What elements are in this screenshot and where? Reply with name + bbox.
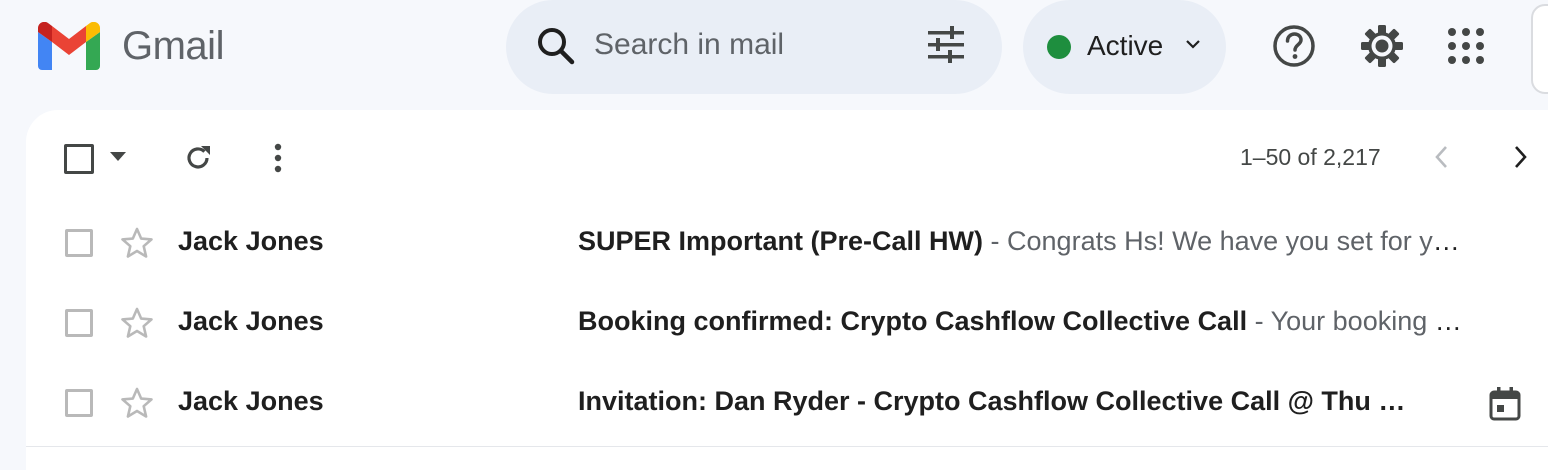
gmail-m-icon: [38, 22, 100, 70]
calendar-icon[interactable]: [1488, 386, 1522, 422]
email-row[interactable]: Jack Jones SUPER Important (Pre-Call HW)…: [26, 206, 1548, 287]
pagination-range: 1–50 of 2,217: [1240, 144, 1381, 170]
help-icon[interactable]: [1270, 22, 1318, 70]
email-subject: SUPER Important (Pre-Call HW): [578, 226, 984, 256]
row-checkbox[interactable]: [65, 389, 93, 417]
row-checkbox[interactable]: [65, 309, 93, 337]
email-subject-line: Booking confirmed: Crypto Cashflow Colle…: [578, 306, 1462, 337]
top-bar: Gmail Search in mail Active: [0, 0, 1548, 100]
gear-icon[interactable]: [1358, 22, 1406, 70]
email-subject: Booking confirmed: Crypto Cashflow Colle…: [578, 306, 1248, 336]
star-outline-icon[interactable]: [120, 306, 154, 340]
email-sender: Jack Jones: [178, 226, 324, 256]
caret-down-icon[interactable]: [108, 150, 128, 164]
email-separator: -: [1247, 306, 1271, 336]
star-outline-icon[interactable]: [120, 386, 154, 420]
email-snippet: Congrats Hs! We have you set for your ca…: [1007, 226, 1462, 256]
email-subject: Invitation: Dan Ryder - Crypto Cashflow …: [578, 386, 1406, 416]
email-separator: -: [983, 226, 1008, 256]
email-snippet: Your booking is confirmed: [1270, 306, 1462, 336]
email-subject-line: Invitation: Dan Ryder - Crypto Cashflow …: [578, 386, 1448, 417]
email-row[interactable]: Jack Jones Booking confirmed: Crypto Cas…: [26, 286, 1548, 367]
status-indicator: [1047, 35, 1071, 59]
email-sender: Jack Jones: [178, 386, 324, 416]
tune-icon[interactable]: [926, 25, 966, 65]
status-dropdown[interactable]: Active: [1023, 0, 1226, 94]
chevron-down-icon: [1186, 40, 1200, 49]
mail-list-panel: 1–50 of 2,217 Jack Jones SUPER Important…: [26, 110, 1548, 470]
email-row[interactable]: Jack Jones Invitation: Dan Ryder - Crypt…: [26, 366, 1548, 447]
apps-grid-icon[interactable]: [1442, 22, 1490, 70]
row-checkbox[interactable]: [65, 229, 93, 257]
status-label: Active: [1087, 30, 1164, 61]
star-outline-icon[interactable]: [120, 226, 154, 260]
refresh-icon[interactable]: [182, 142, 214, 174]
chevron-right-icon[interactable]: [1508, 143, 1532, 171]
select-all-checkbox[interactable]: [64, 144, 94, 174]
app-name: Gmail: [122, 23, 224, 68]
gmail-logo[interactable]: Gmail: [38, 22, 224, 70]
search-input[interactable]: Search in mail: [594, 28, 784, 62]
account-button[interactable]: [1531, 4, 1548, 94]
more-vert-icon[interactable]: [264, 142, 292, 174]
chevron-left-icon[interactable]: [1430, 143, 1454, 171]
email-subject-line: SUPER Important (Pre-Call HW) - Congrats…: [578, 226, 1462, 257]
mail-toolbar: 1–50 of 2,217: [26, 110, 1548, 206]
search-bar[interactable]: Search in mail: [506, 0, 1002, 94]
search-icon[interactable]: [536, 24, 576, 68]
email-sender: Jack Jones: [178, 306, 324, 336]
